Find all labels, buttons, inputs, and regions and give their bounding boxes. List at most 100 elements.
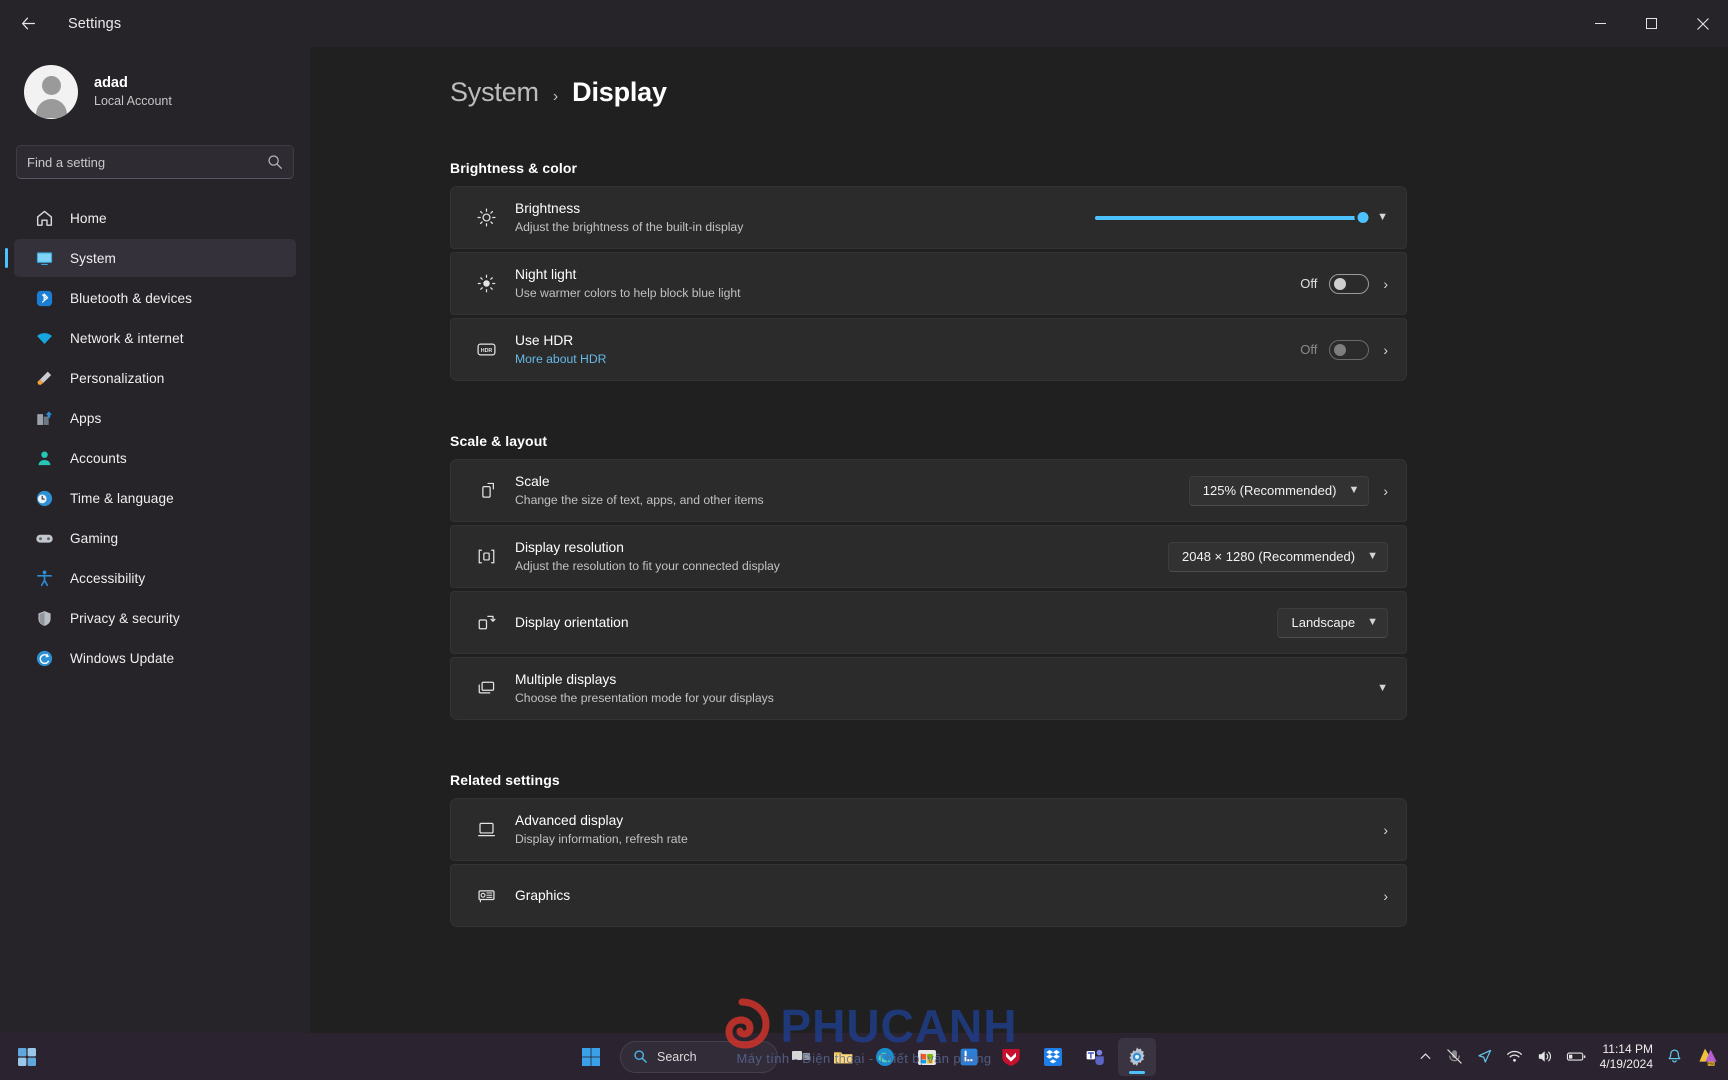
sidebar-item-gaming[interactable]: Gaming [14, 519, 296, 557]
taskbar-clock[interactable]: 11:14 PM 4/19/2024 [1600, 1042, 1653, 1072]
wifi-icon[interactable] [1506, 1048, 1523, 1065]
row-subtitle: Display information, refresh rate [515, 831, 688, 846]
taskbar-app-settings[interactable] [1118, 1037, 1156, 1076]
edge-icon [876, 1047, 894, 1066]
row-display-resolution[interactable]: Display resolution Adjust the resolution… [450, 525, 1407, 588]
display-resolution-dropdown[interactable]: 2048 × 1280 (Recommended) ▼ [1168, 541, 1388, 572]
sidebar-item-label: System [70, 250, 116, 266]
volume-icon[interactable] [1536, 1048, 1553, 1065]
sidebar-item-personalization[interactable]: Personalization [14, 359, 296, 397]
breadcrumb-parent[interactable]: System [450, 77, 539, 108]
account-type: Local Account [94, 94, 172, 109]
row-subtitle: Use warmer colors to help block blue lig… [515, 285, 741, 300]
sidebar-item-privacy-security[interactable]: Privacy & security [14, 599, 296, 637]
close-button[interactable] [1677, 0, 1728, 47]
sidebar-item-apps[interactable]: Apps [14, 399, 296, 437]
bell-icon[interactable] [1666, 1048, 1683, 1065]
chevron-right-icon[interactable]: › [1383, 343, 1388, 357]
sidebar-item-accounts[interactable]: Accounts [14, 439, 296, 477]
taskbar-search[interactable]: Search [620, 1040, 778, 1073]
search-icon [634, 1050, 647, 1063]
row-display-orientation[interactable]: Display orientation Landscape ▼ [450, 591, 1407, 654]
sidebar-item-system[interactable]: System [5, 239, 296, 277]
slider-thumb[interactable] [1354, 209, 1372, 226]
taskbar-app-teams[interactable] [1076, 1038, 1114, 1076]
taskbar-search-label: Search [657, 1049, 697, 1064]
row-subtitle: Choose the presentation mode for your di… [515, 690, 774, 705]
dropdown-value: 2048 × 1280 (Recommended) [1182, 549, 1356, 564]
brightness-icon [471, 207, 501, 228]
microphone-muted-icon[interactable] [1446, 1048, 1463, 1065]
account-name: adad [94, 74, 128, 91]
copilot-icon[interactable]: PRE [1696, 1045, 1720, 1069]
section-title-related-settings: Related settings [450, 772, 560, 788]
night-light-toggle[interactable] [1329, 273, 1370, 294]
sidebar-item-bluetooth-devices[interactable]: Bluetooth & devices [14, 279, 296, 317]
sidebar-item-label: Accounts [70, 450, 127, 466]
chevron-right-icon[interactable]: › [1383, 484, 1388, 498]
wifi-icon [34, 328, 54, 348]
start-button[interactable] [572, 1038, 610, 1076]
row-title: Display resolution [515, 539, 624, 555]
toggle-state-label: Off [1300, 276, 1318, 291]
sidebar-item-time-language[interactable]: Time & language [14, 479, 296, 517]
sidebar-item-label: Time & language [70, 490, 174, 506]
taskbar-app-file-explorer[interactable] [824, 1038, 862, 1076]
row-title: Use HDR [515, 332, 574, 348]
row-scale[interactable]: Scale Change the size of text, apps, and… [450, 459, 1407, 522]
close-icon [1696, 17, 1709, 30]
scale-dropdown[interactable]: 125% (Recommended) ▼ [1188, 475, 1370, 506]
chevron-right-icon[interactable]: › [1383, 823, 1388, 837]
lastpass-icon [960, 1048, 978, 1065]
battery-icon[interactable] [1566, 1048, 1587, 1065]
chevron-up-icon[interactable] [1418, 1049, 1433, 1064]
back-button[interactable] [8, 8, 48, 40]
graphics-card-icon [471, 885, 501, 906]
row-multiple-displays[interactable]: Multiple displays Choose the presentatio… [450, 657, 1407, 720]
taskbar-app-dropbox[interactable] [1034, 1038, 1072, 1076]
row-brightness[interactable]: Brightness Adjust the brightness of the … [450, 186, 1407, 249]
sidebar-item-home[interactable]: Home [14, 199, 296, 237]
brush-icon [34, 368, 54, 388]
row-graphics[interactable]: Graphics › [450, 864, 1407, 927]
brightness-slider[interactable] [1095, 209, 1372, 227]
more-about-hdr-link[interactable]: More about HDR [515, 351, 1300, 369]
taskbar-app-mcafee[interactable] [992, 1038, 1030, 1076]
taskbar-app-task-view[interactable] [782, 1038, 820, 1076]
night-light-icon [471, 273, 501, 294]
chevron-down-icon[interactable]: ▼ [1377, 212, 1388, 223]
minimize-button[interactable] [1575, 0, 1626, 47]
chevron-right-icon[interactable]: › [1383, 277, 1388, 291]
task-view-icon [792, 1050, 810, 1060]
maximize-button[interactable] [1626, 0, 1677, 47]
sidebar-item-accessibility[interactable]: Accessibility [14, 559, 296, 597]
clock-time: 11:14 PM [1602, 1041, 1653, 1056]
microsoft-store-icon [918, 1049, 936, 1065]
sidebar-nav: Home System Bluetooth & devices Network … [5, 199, 296, 677]
sidebar-item-label: Personalization [70, 370, 165, 386]
taskbar-widgets-icon[interactable] [8, 1038, 46, 1076]
sidebar-item-windows-update[interactable]: Windows Update [14, 639, 296, 677]
row-title: Scale [515, 473, 550, 489]
search-input[interactable] [27, 154, 267, 170]
row-use-hdr[interactable]: HDR Use HDR More about HDR Off › [450, 318, 1407, 381]
taskbar-app-lastpass[interactable] [950, 1038, 988, 1076]
night-light-toggle-group[interactable]: Off [1300, 273, 1370, 294]
section-brightness-color: Brightness Adjust the brightness of the … [450, 186, 1407, 381]
taskbar-center: Search [572, 1033, 1156, 1080]
main-content: System › Display Brightness & color Brig… [310, 47, 1728, 1033]
toggle-knob [1334, 344, 1347, 356]
taskbar-app-microsoft-store[interactable] [908, 1038, 946, 1076]
row-advanced-display[interactable]: Advanced display Display information, re… [450, 798, 1407, 861]
sidebar-item-network-internet[interactable]: Network & internet [14, 319, 296, 357]
chevron-down-icon[interactable]: ▼ [1377, 683, 1388, 694]
display-orientation-dropdown[interactable]: Landscape ▼ [1277, 607, 1388, 638]
search-box[interactable] [16, 145, 294, 179]
chevron-right-icon[interactable]: › [1383, 889, 1388, 903]
sidebar-item-label: Network & internet [70, 330, 184, 346]
section-scale-layout: Scale Change the size of text, apps, and… [450, 459, 1407, 720]
taskbar-app-edge[interactable] [866, 1038, 904, 1076]
location-icon[interactable] [1476, 1048, 1493, 1065]
row-night-light[interactable]: Night light Use warmer colors to help bl… [450, 252, 1407, 315]
account-profile[interactable]: adad Local Account [14, 47, 296, 119]
